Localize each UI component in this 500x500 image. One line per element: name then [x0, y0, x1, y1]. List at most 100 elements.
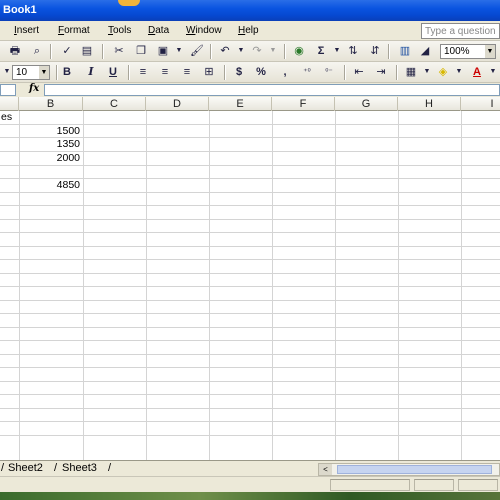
gridline: [0, 246, 500, 247]
status-panel: [330, 479, 410, 491]
scroll-thumb[interactable]: [337, 465, 492, 474]
cell-b6[interactable]: 4850: [20, 179, 80, 192]
comma-button[interactable]: ,: [278, 65, 292, 79]
status-bar: [0, 476, 500, 492]
italic-button[interactable]: I: [84, 65, 98, 79]
menu-tools[interactable]: Tools: [108, 25, 131, 36]
font-color-dropdown-icon[interactable]: ▼: [486, 65, 500, 79]
research-icon[interactable]: ▤: [80, 44, 94, 58]
fill-color-icon[interactable]: ◈: [436, 65, 450, 79]
menu-format[interactable]: Format: [58, 25, 90, 36]
zoom-value: 100%: [444, 46, 470, 57]
gridline: [0, 381, 500, 382]
zoom-select[interactable]: 100% ▼: [440, 44, 496, 59]
column-header-e[interactable]: E: [209, 97, 272, 111]
drawing-icon[interactable]: ◢: [418, 44, 432, 58]
cell-b2[interactable]: 1500: [20, 125, 80, 138]
tab-sheet2[interactable]: Sheet2: [8, 462, 43, 475]
horizontal-scrollbar[interactable]: <: [318, 463, 500, 476]
column-header-g[interactable]: G: [335, 97, 398, 111]
formula-input[interactable]: [44, 84, 500, 96]
align-center-icon[interactable]: ≡: [158, 65, 172, 79]
toolbar-separator: [50, 44, 51, 59]
toolbar-separator: [396, 65, 397, 80]
tab-sheet3[interactable]: Sheet3: [62, 462, 97, 475]
chart-wizard-icon[interactable]: ▥: [398, 44, 412, 58]
merge-center-icon[interactable]: ⊞: [202, 65, 216, 79]
gridline: [0, 367, 500, 368]
name-box[interactable]: [0, 84, 16, 96]
column-header-c[interactable]: C: [83, 97, 146, 111]
gridline: [0, 340, 500, 341]
column-header-a[interactable]: [0, 97, 19, 111]
column-header-i[interactable]: I: [461, 97, 500, 111]
print-icon[interactable]: 🖶: [8, 44, 22, 58]
spelling-icon[interactable]: ✓: [60, 44, 74, 58]
hyperlink-icon[interactable]: ◉: [292, 44, 306, 58]
align-left-icon[interactable]: ≡: [136, 65, 150, 79]
menu-window[interactable]: Window: [186, 25, 222, 36]
ask-question-box[interactable]: Type a question: [421, 23, 500, 39]
gridline: [0, 273, 500, 274]
column-header-h[interactable]: H: [398, 97, 461, 111]
decrease-indent-icon[interactable]: ⇤: [352, 65, 366, 79]
undo-dropdown-icon[interactable]: ▼: [234, 44, 248, 58]
cell-b3[interactable]: 1350: [20, 138, 80, 151]
paste-icon[interactable]: ▣: [156, 44, 170, 58]
tab-divider: /: [108, 462, 112, 474]
menu-insert[interactable]: Insert: [14, 25, 39, 36]
gridline: [0, 286, 500, 287]
office-logo-icon: [118, 0, 140, 6]
underline-button[interactable]: U: [106, 65, 120, 79]
print-preview-icon[interactable]: ⌕: [30, 44, 44, 58]
column-header-f[interactable]: F: [272, 97, 335, 111]
paste-dropdown-icon[interactable]: ▼: [172, 44, 186, 58]
font-size-select[interactable]: 10 ▼: [12, 65, 50, 80]
column-header-d[interactable]: D: [146, 97, 209, 111]
menu-data[interactable]: Data: [148, 25, 169, 36]
fill-color-dropdown-icon[interactable]: ▼: [452, 65, 466, 79]
formatting-toolbar: ▼ 10 ▼ B I U ≡ ≡ ≡ ⊞ $ % , ⁺⁰ ⁰⁻ ⇤ ⇥ ▦ ▼…: [0, 62, 500, 83]
gridline: [0, 165, 500, 166]
percent-button[interactable]: %: [254, 65, 268, 79]
sort-descending-icon[interactable]: ⇵: [368, 44, 382, 58]
redo-icon[interactable]: ↷: [250, 44, 264, 58]
increase-decimal-icon[interactable]: ⁺⁰: [300, 65, 314, 79]
gridline: [0, 205, 500, 206]
gridline: [0, 408, 500, 409]
undo-icon[interactable]: ↶: [218, 44, 232, 58]
sheet-tab-bar: / Sheet2 / Sheet3 / <: [0, 460, 500, 476]
toolbar-separator: [128, 65, 129, 80]
align-right-icon[interactable]: ≡: [180, 65, 194, 79]
gridline: [0, 300, 500, 301]
format-painter-icon[interactable]: 🖌: [190, 44, 204, 58]
cut-icon[interactable]: ✂: [112, 44, 126, 58]
column-headers: B C D E F G H I: [0, 97, 500, 111]
standard-toolbar: 🖶 ⌕ ✓ ▤ ✂ ❐ ▣ ▼ 🖌 ↶ ▼ ↷ ▼ ◉ Σ ▼ ⇅ ⇵ ▥ ◢ …: [0, 41, 500, 62]
autosum-icon[interactable]: Σ: [314, 44, 328, 58]
gridline: [0, 327, 500, 328]
cell-a1[interactable]: es: [1, 111, 41, 124]
currency-button[interactable]: $: [232, 65, 246, 79]
worksheet-grid[interactable]: B C D E F G H I es 1500 1350 2000 4850: [0, 97, 500, 460]
bold-button[interactable]: B: [60, 65, 74, 79]
insert-function-icon[interactable]: fx: [29, 83, 39, 94]
scroll-left-icon[interactable]: <: [319, 464, 332, 475]
decrease-decimal-icon[interactable]: ⁰⁻: [322, 65, 336, 79]
tab-divider: /: [54, 462, 58, 474]
increase-indent-icon[interactable]: ⇥: [374, 65, 388, 79]
font-color-icon[interactable]: A: [470, 65, 484, 79]
toolbar-separator: [388, 44, 389, 59]
borders-icon[interactable]: ▦: [404, 65, 418, 79]
menu-help[interactable]: Help: [238, 25, 259, 36]
sort-ascending-icon[interactable]: ⇅: [346, 44, 360, 58]
redo-dropdown-icon[interactable]: ▼: [266, 44, 280, 58]
cell-b4[interactable]: 2000: [20, 152, 80, 165]
autosum-dropdown-icon[interactable]: ▼: [330, 44, 344, 58]
copy-icon[interactable]: ❐: [134, 44, 148, 58]
column-header-b[interactable]: B: [19, 97, 83, 111]
chevron-down-icon[interactable]: ▼: [39, 66, 49, 79]
borders-dropdown-icon[interactable]: ▼: [420, 65, 434, 79]
chevron-down-icon[interactable]: ▼: [485, 45, 495, 58]
gridline: [0, 354, 500, 355]
